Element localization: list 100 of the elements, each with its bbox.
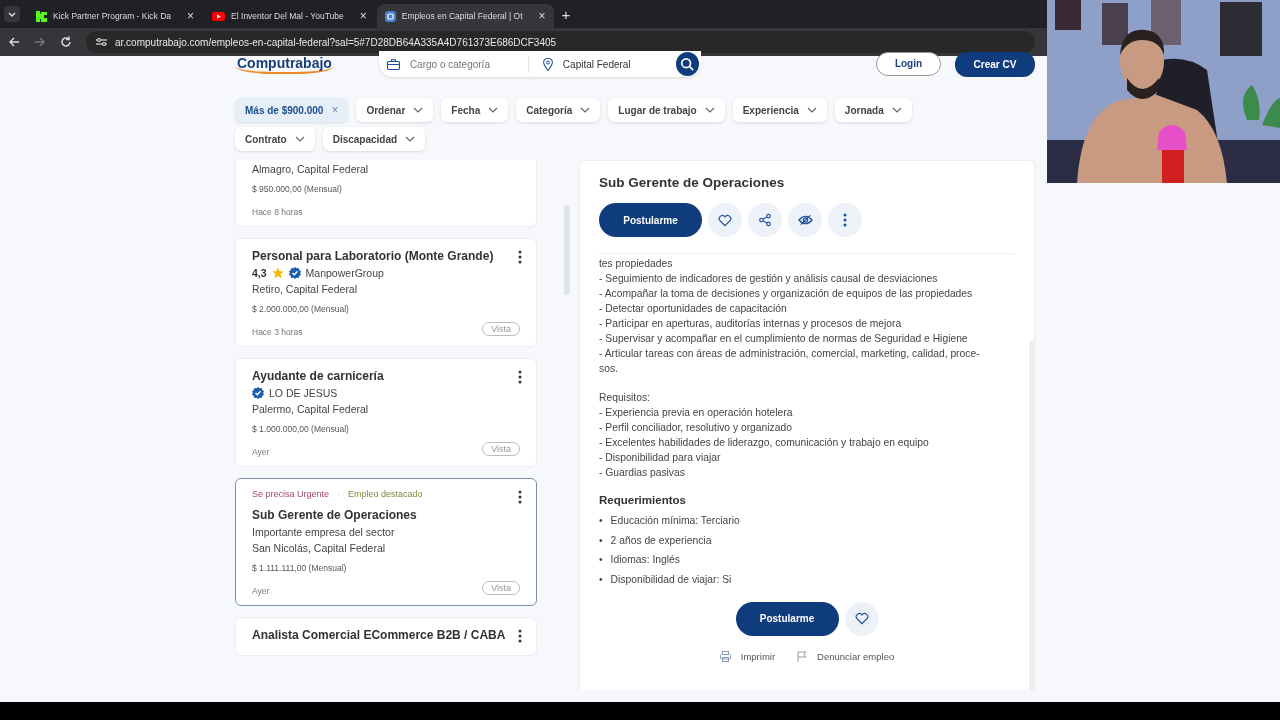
- chevron-down-icon: [405, 136, 416, 142]
- play-logo-icon: [212, 11, 226, 21]
- close-icon[interactable]: ×: [538, 9, 546, 23]
- chevron-down-icon: [8, 11, 16, 17]
- job-card[interactable]: Analista Comercial ECommerce B2B / CABA: [235, 617, 537, 656]
- create-cv-button[interactable]: Crear CV: [955, 51, 1035, 77]
- letter-k-logo-icon: [36, 10, 47, 22]
- site-logo-icon: [384, 10, 396, 22]
- job-detail-title: Sub Gerente de Operaciones: [599, 175, 786, 190]
- heart-icon: [854, 612, 869, 625]
- requirement-item: Idiomas: Inglés: [610, 553, 680, 566]
- company-name: Importante empresa del sector: [252, 526, 395, 538]
- back-icon[interactable]: [8, 36, 20, 48]
- job-card[interactable]: Personal para Laboratorio (Monte Grande) 4,3 ManpowerGroup Retiro, Capital Federal $ 2.000.000,00 (Mensual) Hace 3 horas Vista: [235, 238, 537, 347]
- browser-tab[interactable]: Empleos en Capital Federal | Ot ×: [376, 4, 554, 28]
- apply-button[interactable]: Postularme: [599, 203, 702, 237]
- more-options-icon[interactable]: [518, 370, 522, 384]
- bullet-marker: •: [599, 572, 603, 586]
- description-line: - Perfil conciliador, resolutivo y organizado: [599, 421, 793, 435]
- chevron-down-icon: [891, 107, 902, 113]
- location-pin-icon: [542, 57, 553, 71]
- company-rating: 4,3: [252, 267, 267, 279]
- featured-label: Empleo destacado: [348, 489, 423, 499]
- filter-chip[interactable]: Discapacidad: [322, 127, 426, 151]
- job-salary: $ 2.000.000,00 (Mensual): [252, 304, 350, 314]
- job-card[interactable]: Ayudante de carnicería LO DE JESUS Palermo, Capital Federal $ 1.000.000,00 (Mensual) Ayer Vista: [235, 358, 537, 467]
- briefcase-icon: [386, 58, 400, 70]
- posted-time: Ayer: [252, 586, 270, 596]
- more-options-icon[interactable]: [518, 629, 522, 643]
- bullet-marker: •: [599, 514, 603, 527]
- browser-tab[interactable]: Kick Partner Program - Kick Da ×: [28, 4, 203, 28]
- browser-tab[interactable]: El Inventor Del Mal - YouTube ×: [204, 4, 375, 28]
- description-line: - Seguimiento de indicadores de gestión y análisis causal de desviaciones: [599, 272, 939, 286]
- company-name: ManpowerGroup: [305, 267, 384, 279]
- apply-button[interactable]: Postularme: [735, 601, 839, 636]
- hide-button[interactable]: [788, 203, 822, 237]
- job-location: Almagro, Capital Federal: [252, 163, 370, 175]
- eye-slash-icon: [797, 214, 813, 226]
- filter-chip[interactable]: Experiencia: [732, 98, 827, 122]
- more-options-icon[interactable]: [518, 490, 522, 504]
- urgent-label: Se precisa Urgente: [252, 489, 330, 499]
- description-line: Requisitos:: [599, 391, 651, 405]
- filter-chip[interactable]: Fecha: [441, 98, 509, 122]
- print-link[interactable]: Imprimir: [740, 650, 776, 662]
- job-search-field[interactable]: Cargo o categoría: [407, 57, 522, 71]
- close-icon[interactable]: ×: [359, 9, 367, 23]
- site-settings-icon[interactable]: [96, 37, 107, 47]
- chevron-down-icon: [704, 107, 715, 113]
- reload-icon[interactable]: [60, 36, 72, 48]
- tab-title: Empleos en Capital Federal | Ot: [401, 11, 523, 21]
- chevron-down-icon: [488, 107, 499, 113]
- search-button[interactable]: [676, 52, 699, 76]
- separator-dot: ·: [337, 489, 341, 499]
- job-card[interactable]: Se precisa Urgente · Empleo destacado Sub Gerente de Operaciones Importante empresa del sector San Nicolás, Capital Federal $ 1.111.111,00 (Mensual) Ayer Vista: [235, 478, 537, 606]
- job-location: Palermo, Capital Federal: [252, 403, 370, 415]
- description-line: tes propiedades: [599, 257, 674, 271]
- description-line: - Guardias pasivas: [599, 466, 686, 480]
- requirement-item: Disponibilidad de viajar: Si: [610, 572, 732, 586]
- favorite-button[interactable]: [708, 203, 742, 237]
- site-logo[interactable]: Computrabajo: [235, 54, 334, 74]
- job-card[interactable]: Almagro, Capital Federal $ 950.000,00 (Mensual) Hace 8 horas: [235, 160, 537, 227]
- filter-chip[interactable]: Lugar de trabajo: [608, 98, 725, 122]
- description-line: - Detectar oportunidades de capacitación: [599, 302, 788, 316]
- job-salary: $ 1.000.000,00 (Mensual): [252, 424, 350, 434]
- close-icon[interactable]: ×: [187, 9, 195, 23]
- job-title[interactable]: Personal para Laboratorio (Monte Grande): [252, 249, 520, 263]
- printer-icon: [719, 650, 731, 662]
- job-title[interactable]: Analista Comercial ECommerce B2B / CABA: [252, 628, 520, 642]
- chevron-down-icon: [413, 107, 424, 113]
- search-icon: [680, 57, 695, 71]
- requirements-heading: Requerimientos: [599, 494, 687, 506]
- description-line: sos.: [599, 362, 619, 376]
- job-title[interactable]: Ayudante de carnicería: [252, 369, 520, 383]
- more-options-icon[interactable]: [518, 250, 522, 264]
- more-options-icon: [843, 213, 847, 227]
- filter-chip[interactable]: Contrato: [235, 127, 315, 151]
- share-button[interactable]: [748, 203, 782, 237]
- new-tab-button[interactable]: +: [561, 5, 571, 23]
- star-icon: [271, 267, 284, 279]
- tab-list-button[interactable]: [4, 6, 20, 22]
- description-line: - Experiencia previa en operación hotelera: [599, 406, 794, 420]
- flag-icon: [797, 650, 808, 662]
- forward-icon[interactable]: [34, 36, 46, 48]
- job-location: Retiro, Capital Federal: [252, 283, 359, 295]
- filter-chip[interactable]: Más de $900.000 ×: [235, 98, 349, 122]
- address-bar[interactable]: ar.computrabajo.com/empleos-en-capital-federal?sal=5#7D28DB64A335A4D761373E686DCF3405: [86, 31, 1035, 53]
- chevron-down-icon: [580, 107, 591, 113]
- share-icon: [758, 213, 772, 227]
- posted-time: Ayer: [252, 447, 270, 457]
- job-title[interactable]: Sub Gerente de Operaciones: [252, 508, 520, 522]
- filter-chip[interactable]: Categoría: [516, 98, 601, 122]
- requirement-item: Educación mínima: Terciario: [610, 514, 740, 527]
- filter-chip[interactable]: Jornada: [834, 98, 912, 122]
- favorite-button[interactable]: [844, 601, 879, 636]
- report-job-link[interactable]: Denunciar empleo: [817, 650, 895, 662]
- filter-chip[interactable]: Ordenar: [356, 98, 434, 122]
- description-line: - Disponibilidad para viajar: [599, 451, 722, 465]
- location-field[interactable]: Capital Federal: [560, 57, 675, 71]
- tab-title: Kick Partner Program - Kick Da: [53, 11, 172, 21]
- requirement-item: 2 años de experiencia: [610, 533, 712, 547]
